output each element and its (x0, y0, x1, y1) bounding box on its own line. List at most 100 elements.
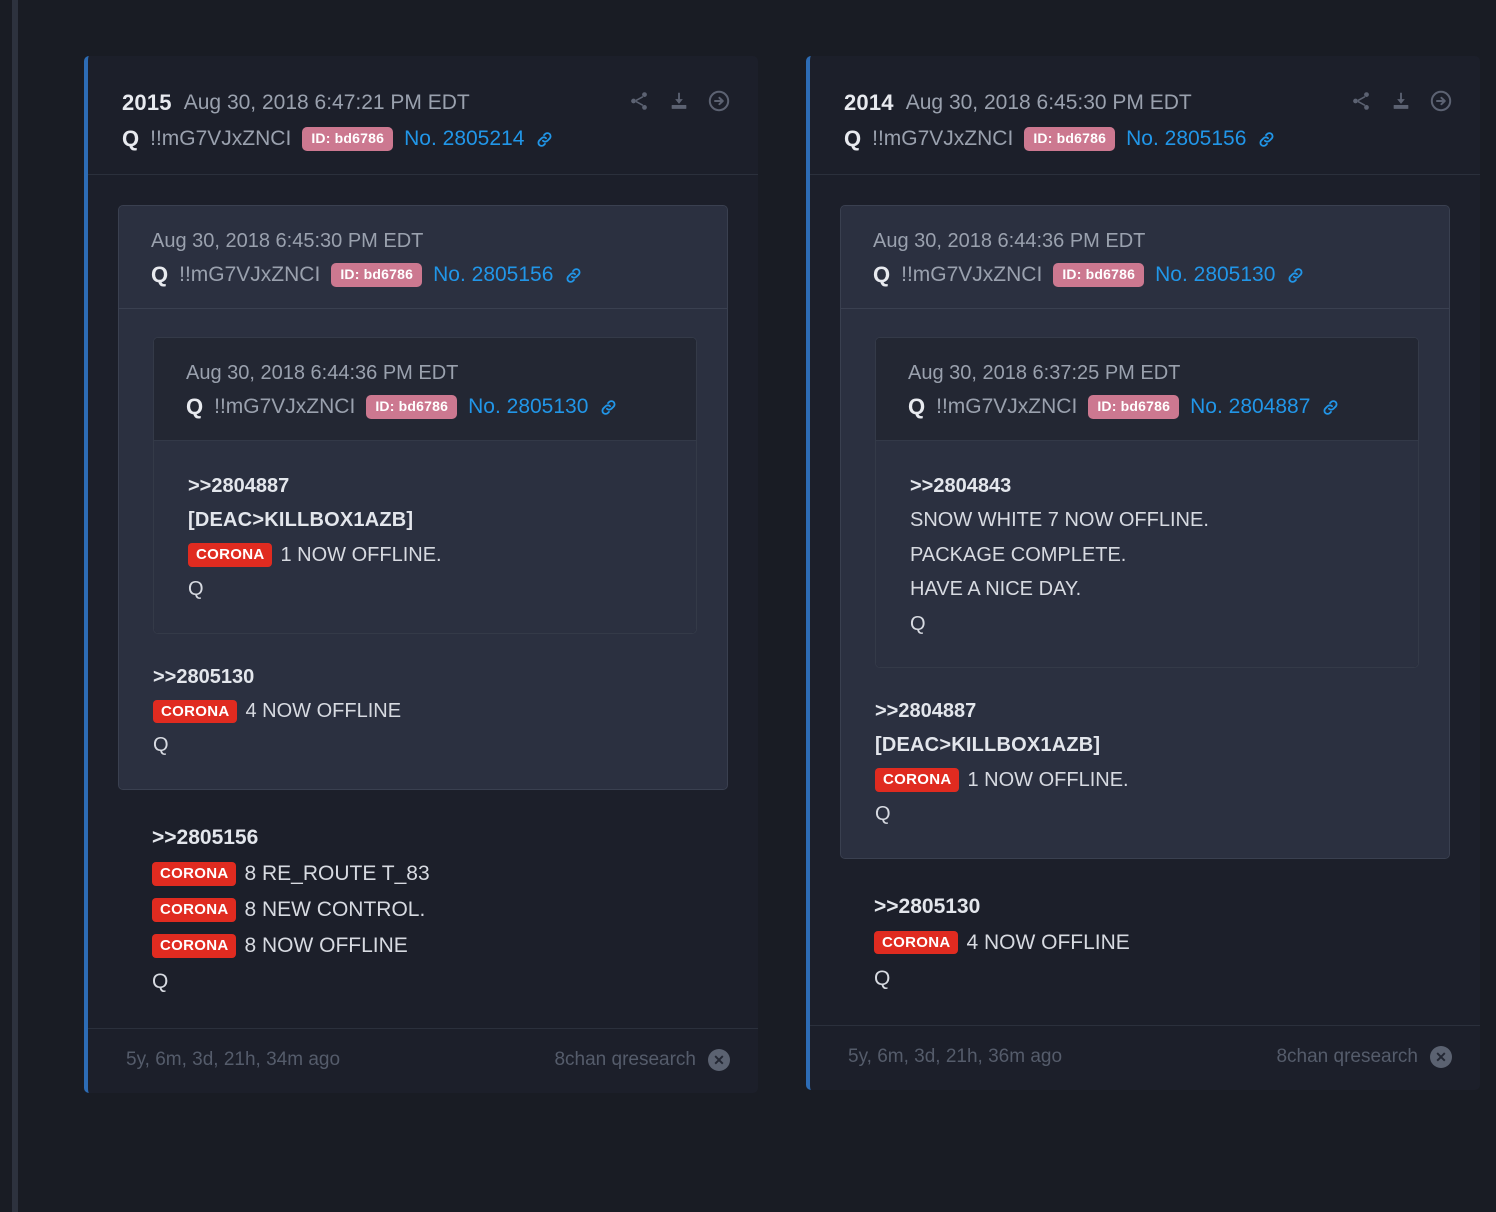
quoted-post-date: Aug 30, 2018 6:45:30 PM EDT (151, 230, 424, 252)
post-line-text: Q (153, 734, 169, 757)
quoted-post-date: Aug 30, 2018 6:44:36 PM EDT (873, 230, 1146, 252)
post-line-text: 1 NOW OFFLINE. (967, 768, 1129, 791)
quoted-post-lines: >>2805130 CORONA 4 NOW OFFLINE Q (153, 660, 697, 763)
post-date: Aug 30, 2018 6:47:21 PM EDT (183, 91, 470, 114)
post-header: 2014 Aug 30, 2018 6:45:30 PM EDT Q !!mG7VJ… (810, 56, 1480, 175)
post-line: [DEAC>KILLBOX1AZB] (188, 503, 666, 537)
post-line-text: >>2804843 (910, 475, 1012, 497)
post-meta-row: Q !!mG7VJxZNCI ID: bd6786 No. 2804887 (908, 394, 1392, 420)
post-footer: 5y, 6m, 3d, 21h, 36m ago 8chan qresearch ✕ (810, 1024, 1480, 1090)
corona-badge: CORONA (152, 862, 237, 886)
post-line-text: 8 NOW OFFLINE (244, 934, 408, 958)
chain-link-icon[interactable] (1257, 130, 1276, 149)
post-line: HAVE A NICE DAY. (910, 572, 1388, 606)
post-line: CORONA 8 RE_ROUTE T_83 (152, 856, 728, 892)
post-body: Aug 30, 2018 6:45:30 PM EDT Q !!mG7VJxZNCI… (88, 175, 758, 1028)
q-author-label: Q (844, 126, 862, 151)
post-card: 2015 Aug 30, 2018 6:47:21 PM EDT Q !!mG7VJ… (84, 56, 758, 1094)
post-line: >>2805156 (152, 820, 728, 856)
quoted-post-header: Aug 30, 2018 6:37:25 PM EDT Q !!mG7VJxZNCI… (876, 338, 1418, 441)
post-line-text: >>2805130 (153, 665, 255, 688)
chain-link-icon[interactable] (1286, 266, 1305, 285)
id-badge: ID: bd6786 (366, 395, 458, 419)
q-author-label: Q (908, 394, 926, 419)
post-line: Q (153, 728, 697, 762)
close-circle-icon[interactable]: ✕ (708, 1049, 730, 1072)
post-line: Q (910, 607, 1388, 641)
quoted-post-header: Aug 30, 2018 6:44:36 PM EDT Q !!mG7VJxZNCI… (154, 338, 696, 441)
id-badge: ID: bd6786 (302, 127, 394, 151)
post-line-text: PACKAGE COMPLETE. (910, 543, 1127, 566)
corona-badge: CORONA (875, 768, 960, 792)
id-badge: ID: bd6786 (331, 263, 423, 287)
post-number-link[interactable]: No. 2804887 (1190, 395, 1310, 419)
chain-link-icon[interactable] (535, 130, 554, 149)
post-index-number: 2014 (844, 90, 894, 115)
share-icon[interactable] (626, 88, 652, 114)
corona-badge: CORONA (153, 699, 238, 723)
tripcode-label: !!mG7VJxZNCI (936, 395, 1078, 418)
quoted-post-body: >>2804843 SNOW WHITE 7 NOW OFFLINE. PACKAG… (876, 441, 1418, 667)
arrow-right-circle-icon[interactable] (706, 88, 732, 114)
post-line: CORONA 8 NEW CONTROL. (152, 892, 728, 928)
post-number-link[interactable]: No. 2805214 (404, 127, 524, 151)
tripcode-label: !!mG7VJxZNCI (214, 395, 356, 418)
post-line-text: [DEAC>KILLBOX1AZB] (188, 509, 414, 532)
post-meta-row: Q !!mG7VJxZNCI ID: bd6786 No. 2805156 (151, 262, 701, 288)
download-icon[interactable] (666, 88, 692, 114)
quoted-post-body: Aug 30, 2018 6:44:36 PM EDT Q !!mG7VJxZNCI… (119, 309, 727, 789)
post-line: >>2805130 (153, 660, 697, 694)
post-line-text: 1 NOW OFFLINE. (280, 543, 442, 566)
chain-link-icon[interactable] (1321, 398, 1340, 417)
download-icon[interactable] (1388, 88, 1414, 114)
quoted-post-level-2: Aug 30, 2018 6:37:25 PM EDT Q !!mG7VJxZNCI… (875, 337, 1419, 668)
post-line-text: 8 RE_ROUTE T_83 (244, 861, 430, 885)
post-age-label: 5y, 6m, 3d, 21h, 36m ago (848, 1045, 1063, 1067)
post-line-text: Q (152, 970, 169, 994)
id-badge: ID: bd6786 (1053, 263, 1145, 287)
post-number-link[interactable]: No. 2805156 (433, 263, 553, 287)
post-line-text: 4 NOW OFFLINE (966, 930, 1130, 954)
post-line: SNOW WHITE 7 NOW OFFLINE. (910, 503, 1388, 537)
quoted-post-level-2: Aug 30, 2018 6:44:36 PM EDT Q !!mG7VJxZNCI… (153, 337, 697, 634)
post-card-list: 2015 Aug 30, 2018 6:47:21 PM EDT Q !!mG7VJ… (84, 56, 1480, 1094)
page-container: 2015 Aug 30, 2018 6:47:21 PM EDT Q !!mG7VJ… (0, 0, 1496, 1212)
quoted-post-level-1: Aug 30, 2018 6:44:36 PM EDT Q !!mG7VJxZNCI… (840, 205, 1450, 859)
quoted-post-header: Aug 30, 2018 6:45:30 PM EDT Q !!mG7VJxZNCI… (119, 206, 727, 309)
q-author-label: Q (151, 262, 169, 287)
arrow-right-circle-icon[interactable] (1428, 88, 1454, 114)
post-meta-row: Q !!mG7VJxZNCI ID: bd6786 No. 2805130 (186, 394, 670, 420)
post-meta-row: Q !!mG7VJxZNCI ID: bd6786 No. 2805130 (873, 262, 1423, 288)
chain-link-icon[interactable] (599, 398, 618, 417)
quoted-post-date: Aug 30, 2018 6:37:25 PM EDT (908, 362, 1181, 384)
post-meta-row: Q !!mG7VJxZNCI ID: bd6786 No. 2805156 (844, 126, 1452, 152)
post-line: Q (874, 961, 1450, 997)
post-line-text: >>2804887 (875, 699, 977, 722)
quoted-post-header: Aug 30, 2018 6:44:36 PM EDT Q !!mG7VJxZNCI… (841, 206, 1449, 309)
post-line: PACKAGE COMPLETE. (910, 538, 1388, 572)
post-number-link[interactable]: No. 2805156 (1126, 127, 1246, 151)
post-age-label: 5y, 6m, 3d, 21h, 34m ago (126, 1049, 341, 1071)
quoted-post-lines: >>2804887 [DEAC>KILLBOX1AZB] CORONA 1 NOW O… (188, 469, 666, 607)
post-date: Aug 30, 2018 6:45:30 PM EDT (905, 91, 1192, 114)
post-line: >>2804843 (910, 469, 1388, 503)
post-line-text: >>2805156 (152, 825, 259, 849)
post-meta-row: Q !!mG7VJxZNCI ID: bd6786 No. 2805214 (122, 126, 730, 152)
post-line-text: SNOW WHITE 7 NOW OFFLINE. (910, 509, 1209, 532)
post-number-link[interactable]: No. 2805130 (468, 395, 588, 419)
post-line-text: 8 NEW CONTROL. (244, 897, 426, 921)
close-circle-icon[interactable]: ✕ (1430, 1045, 1452, 1068)
post-number-link[interactable]: No. 2805130 (1155, 263, 1275, 287)
post-line: Q (875, 797, 1419, 831)
post-line: [DEAC>KILLBOX1AZB] (875, 728, 1419, 762)
post-line-text: Q (875, 803, 891, 826)
share-icon[interactable] (1348, 88, 1374, 114)
post-body: Aug 30, 2018 6:44:36 PM EDT Q !!mG7VJxZNCI… (810, 175, 1480, 1025)
chain-link-icon[interactable] (564, 266, 583, 285)
corona-badge: CORONA (152, 934, 237, 958)
post-line-text: >>2804887 (188, 475, 290, 497)
corona-badge: CORONA (874, 931, 959, 955)
q-author-label: Q (186, 394, 204, 419)
post-line-text: Q (910, 612, 926, 635)
corona-badge: CORONA (188, 543, 273, 567)
